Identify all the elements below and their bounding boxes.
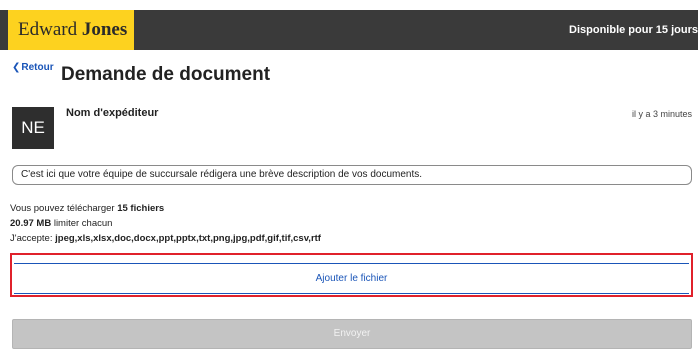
message-timestamp: il y a 3 minutes	[631, 109, 692, 119]
availability-notice: Disponible pour 15 jours	[569, 24, 698, 36]
accepted-file-types: J'accepte: jpeg,xls,xlsx,doc,docx,ppt,pp…	[10, 233, 321, 244]
page-title: Demande de document	[61, 64, 271, 85]
sender-name: Nom d'expéditeur	[66, 107, 159, 119]
add-file-highlight: Ajouter le fichier	[10, 253, 693, 297]
upload-limit-count: Vous pouvez télécharger 15 fichiers	[10, 203, 164, 214]
accepted-file-types-list: jpeg,xls,xlsx,doc,docx,ppt,pptx,txt,png,…	[55, 233, 321, 244]
logo-word-jones: Jones	[81, 19, 128, 40]
upload-limit-count-value: 15 fichiers	[117, 203, 165, 214]
edward-jones-logo[interactable]: Edward Jones	[8, 10, 134, 50]
upload-limit-size-suffix: limiter chacun	[51, 218, 113, 229]
back-link-label: Retour	[21, 62, 54, 73]
upload-limit-count-prefix: Vous pouvez télécharger	[10, 203, 118, 214]
top-header-bar: Edward Jones Disponible pour 15 jours	[0, 10, 698, 50]
upload-limit-size: 20.97 MB limiter chacun	[10, 218, 112, 229]
add-file-button[interactable]: Ajouter le fichier	[14, 263, 689, 294]
accepted-file-types-prefix: J'accepte:	[10, 233, 56, 244]
sender-avatar: NE	[12, 107, 54, 149]
send-button[interactable]: Envoyer	[12, 319, 692, 349]
back-link[interactable]: ❮Retour	[12, 62, 54, 73]
request-description: C'est ici que votre équipe de succursale…	[12, 165, 692, 185]
upload-limit-size-value: 20.97 MB	[10, 218, 52, 229]
logo-word-edward: Edward	[18, 19, 78, 40]
chevron-left-icon: ❮	[12, 62, 21, 73]
